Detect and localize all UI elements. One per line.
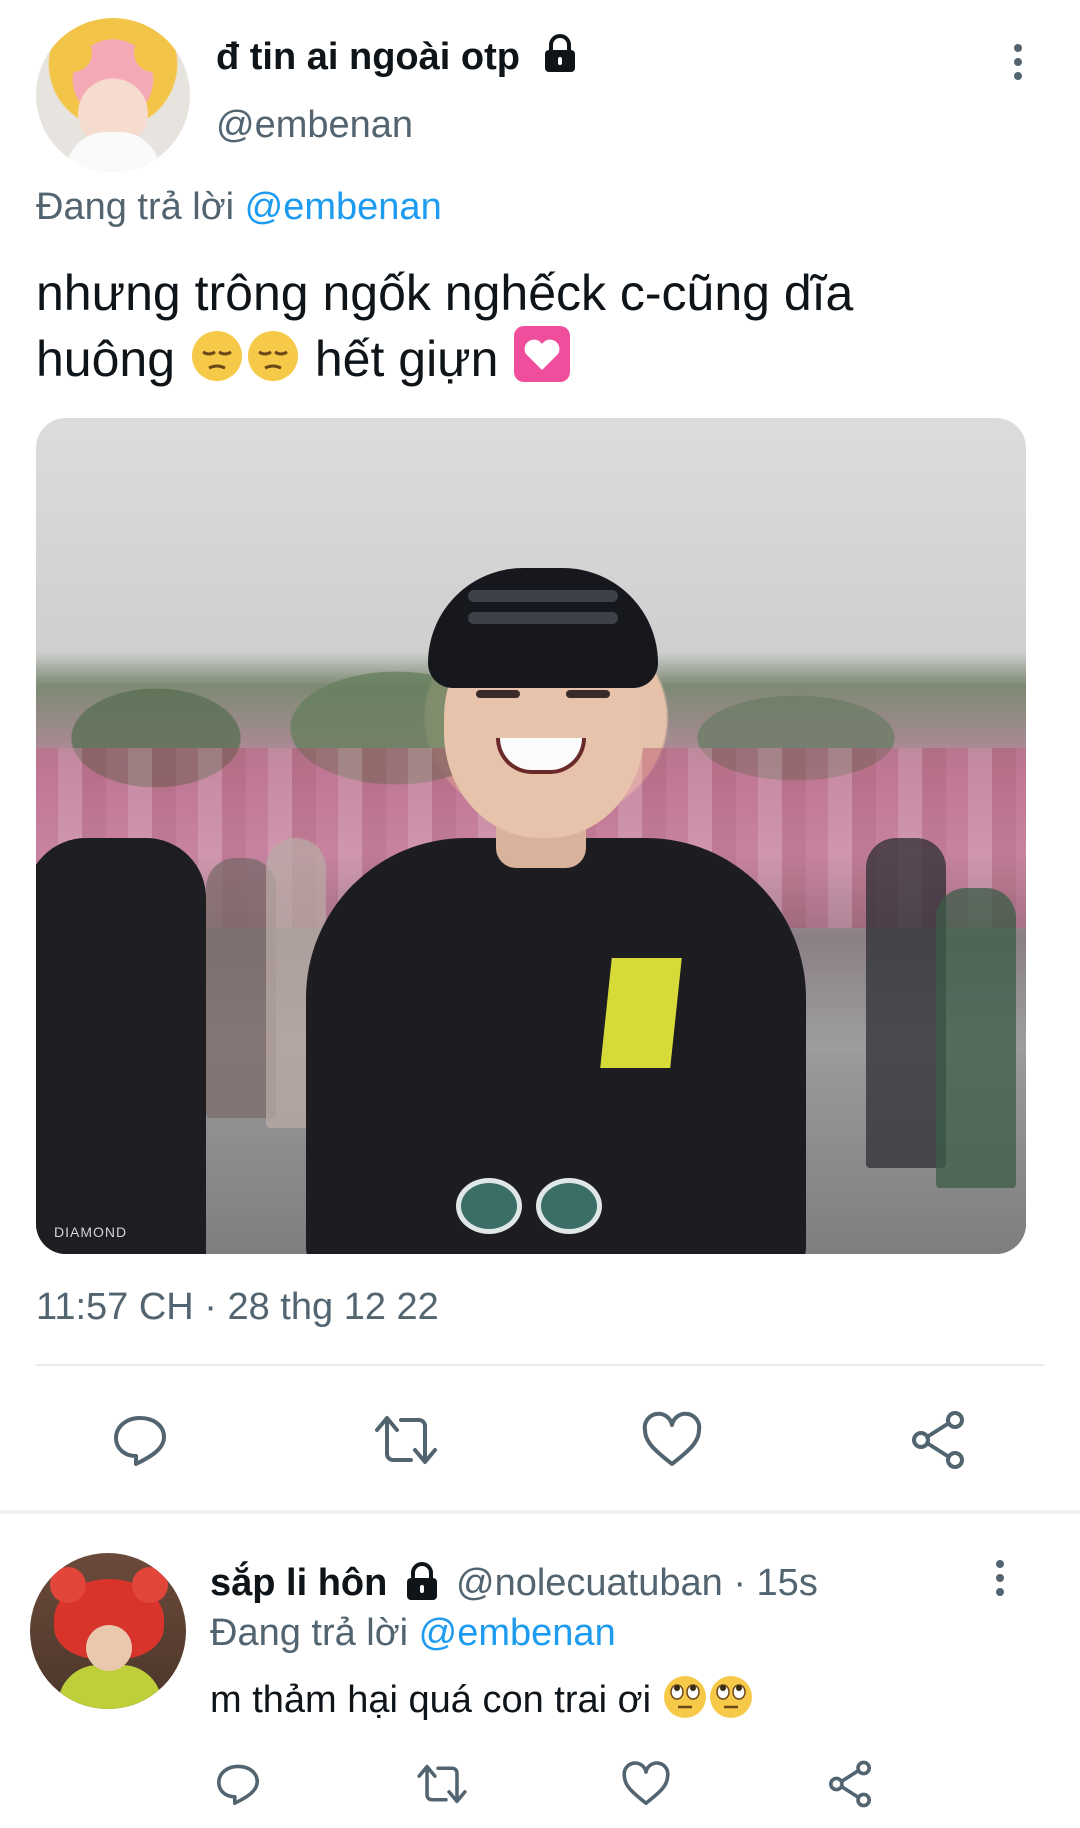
reply-avatar[interactable] — [30, 1553, 186, 1709]
photo-sunglasses — [456, 1178, 602, 1234]
reply-button[interactable] — [210, 1752, 266, 1816]
mention-link[interactable]: @embenan — [419, 1612, 616, 1654]
photo-eye — [476, 690, 520, 698]
reply-icon — [114, 1416, 166, 1466]
handle[interactable]: @embenan — [216, 104, 413, 147]
lock-icon — [545, 34, 575, 72]
replying-to: Đang trả lời @embenan — [210, 1612, 616, 1655]
like-button[interactable] — [618, 1752, 674, 1816]
photo-shirt-print — [600, 958, 682, 1068]
avatar-hat-ear — [134, 34, 172, 72]
photo-helmet — [428, 568, 658, 688]
reply-icon — [217, 1764, 259, 1805]
replying-to: Đang trả lời @embenan — [36, 186, 442, 229]
more-options-icon[interactable] — [982, 1560, 1018, 1608]
eye-roll-emoji — [663, 1676, 706, 1718]
tweet-text-line: nhưng trông ngốk nghếck c-cũng dĩa — [36, 265, 854, 321]
section-separator — [0, 1510, 1080, 1514]
share-button[interactable] — [902, 1400, 974, 1480]
reply-actions — [0, 1752, 1080, 1816]
heart-box-emoji — [514, 326, 571, 382]
share-icon — [829, 1760, 871, 1808]
share-icon — [912, 1411, 964, 1469]
replying-prefix: Đang trả lời — [36, 186, 235, 228]
avatar[interactable] — [36, 18, 190, 172]
retweet-button[interactable] — [370, 1400, 442, 1480]
tweet-actions — [0, 1400, 1080, 1480]
like-icon — [622, 1761, 670, 1805]
avatar-hat-ear — [54, 34, 92, 72]
tweet-photo[interactable]: DIAMOND — [36, 418, 1026, 1254]
tweet-timestamp[interactable]: 11:57 CH · 28 thg 12 22 — [36, 1286, 439, 1329]
more-options-icon[interactable] — [1000, 44, 1036, 92]
avatar-face — [86, 1625, 132, 1671]
reply-button[interactable] — [104, 1400, 176, 1480]
reply-text-content: m thảm hại quá con trai ơi — [210, 1679, 652, 1721]
reply-text: m thảm hại quá con trai ơi — [210, 1674, 754, 1722]
display-name[interactable]: đ tin ai ngoài otp — [216, 36, 520, 79]
tweet-text: nhưng trông ngốk nghếck c-cũng dĩa huông… — [36, 262, 1046, 390]
retweet-icon — [417, 1764, 467, 1804]
divider — [36, 1364, 1044, 1366]
lock-icon — [407, 1562, 437, 1600]
avatar-vest — [58, 1665, 162, 1709]
photo-watermark: DIAMOND — [54, 1224, 128, 1240]
share-button[interactable] — [822, 1752, 878, 1816]
mention-link[interactable]: @embenan — [245, 186, 442, 228]
photo-bystander — [936, 888, 1016, 1188]
reply-handle-time[interactable]: @nolecuatuban · 15s — [456, 1562, 818, 1605]
photo-person-left — [36, 838, 206, 1254]
replying-prefix: Đang trả lời — [210, 1612, 409, 1654]
pensive-face-emoji — [191, 331, 242, 381]
photo-bystander — [866, 838, 946, 1168]
retweet-icon — [375, 1416, 437, 1464]
like-icon — [642, 1411, 702, 1466]
like-button[interactable] — [636, 1400, 708, 1480]
eye-roll-emoji — [709, 1676, 752, 1718]
retweet-button[interactable] — [414, 1752, 470, 1816]
photo-eye — [566, 690, 610, 698]
avatar-shirt — [66, 132, 160, 172]
tweet-header: đ tin ai ngoài otp @embenan — [0, 0, 1080, 190]
tweet-text-segment: hết giựn — [314, 331, 499, 387]
tweet-text-segment: huông — [36, 331, 176, 387]
reply-display-name[interactable]: sắp li hôn — [210, 1562, 387, 1605]
tweet-text-line: huông hết giựn — [36, 324, 1046, 390]
pensive-face-emoji — [247, 331, 298, 381]
